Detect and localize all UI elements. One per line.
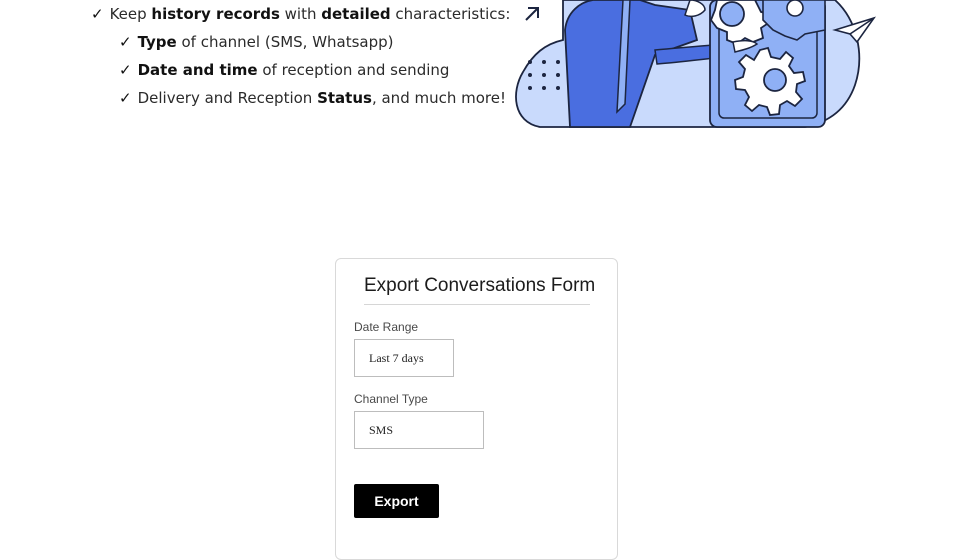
checkmark-icon: ✓ bbox=[119, 33, 132, 51]
checkmark-icon: ✓ bbox=[91, 5, 104, 23]
feature-item: ✓ Type of channel (SMS, Whatsapp) bbox=[119, 33, 394, 51]
feature-item: ✓ Delivery and Reception Status, and much… bbox=[119, 89, 506, 107]
checkmark-icon: ✓ bbox=[119, 61, 132, 79]
channel-type-select[interactable]: SMS bbox=[354, 411, 484, 449]
date-range-select[interactable]: Last 7 days bbox=[354, 339, 454, 377]
arrow-icon bbox=[525, 7, 539, 21]
export-form-card: Export Conversations Form Date Range Las… bbox=[335, 258, 618, 560]
gears-illustration bbox=[515, 0, 877, 128]
channel-type-label: Channel Type bbox=[354, 392, 428, 406]
feature-item: ✓ Date and time of reception and sending bbox=[119, 61, 450, 79]
date-range-label: Date Range bbox=[354, 320, 419, 334]
feature-item: ✓ Keep history records with detailed char… bbox=[91, 5, 511, 23]
export-button[interactable]: Export bbox=[354, 484, 439, 518]
form-title: Export Conversations Form bbox=[364, 275, 595, 305]
checkmark-icon: ✓ bbox=[119, 89, 132, 107]
